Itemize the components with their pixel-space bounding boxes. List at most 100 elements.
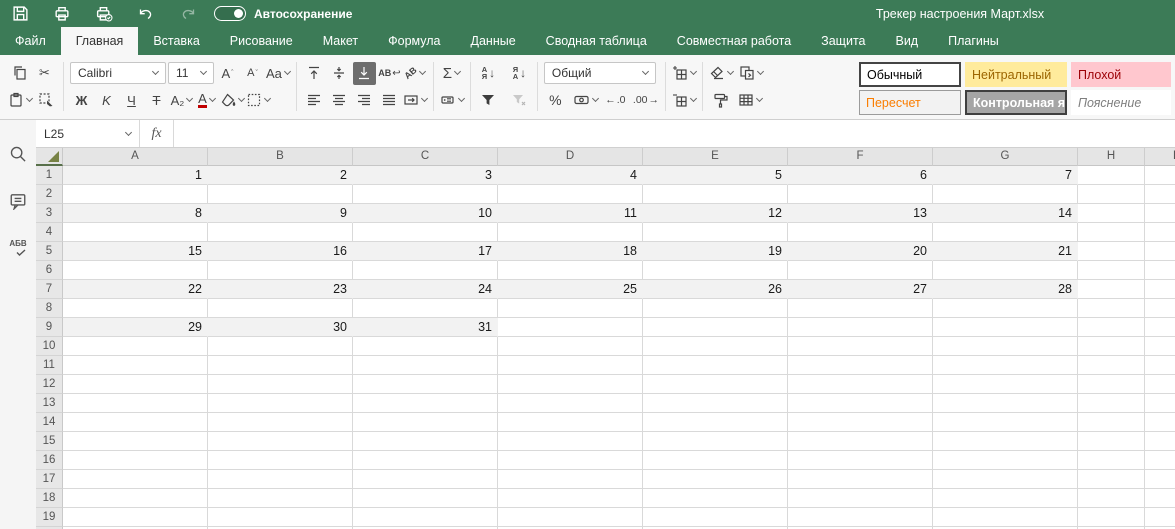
cell-A10[interactable] [63,337,208,356]
cell-C9[interactable]: 31 [353,318,498,337]
cell-A15[interactable] [63,432,208,451]
align-middle-icon[interactable] [328,62,351,85]
cell-D17[interactable] [498,470,643,489]
conditional-format-icon[interactable] [739,62,763,85]
cell-F16[interactable] [788,451,933,470]
cell-I2[interactable] [1145,185,1175,204]
cell-F3[interactable]: 13 [788,204,933,223]
row-header-10[interactable]: 10 [36,337,63,356]
cell-D16[interactable] [498,451,643,470]
row-header-3[interactable]: 3 [36,204,63,223]
tab-Сводная таблица[interactable]: Сводная таблица [531,27,662,55]
select-icon[interactable] [34,89,57,112]
borders-icon[interactable] [246,89,270,112]
tab-Вставка[interactable]: Вставка [138,27,214,55]
column-header-A[interactable]: A [63,148,208,166]
cell-G5[interactable]: 21 [933,242,1078,261]
cell-C5[interactable]: 17 [353,242,498,261]
cell-E1[interactable]: 5 [643,166,788,185]
underline-button[interactable]: Ч [120,89,143,112]
cell-A17[interactable] [63,470,208,489]
cell-F19[interactable] [788,508,933,527]
cell-D13[interactable] [498,394,643,413]
cell-E18[interactable] [643,489,788,508]
font-color-button[interactable]: А [195,89,218,112]
row-header-7[interactable]: 7 [36,280,63,299]
column-header-B[interactable]: B [208,148,353,166]
tab-Вид[interactable]: Вид [880,27,933,55]
percent-style-button[interactable]: % [544,89,567,112]
redo-icon[interactable] [178,4,198,24]
cell-C17[interactable] [353,470,498,489]
cell-F15[interactable] [788,432,933,451]
cell-G8[interactable] [933,299,1078,318]
cell-A9[interactable]: 29 [63,318,208,337]
cell-H12[interactable] [1078,375,1145,394]
cell-F7[interactable]: 27 [788,280,933,299]
cell-E9[interactable] [643,318,788,337]
row-header-6[interactable]: 6 [36,261,63,280]
cell-H17[interactable] [1078,470,1145,489]
cell-I6[interactable] [1145,261,1175,280]
cell-I19[interactable] [1145,508,1175,527]
insert-cells-icon[interactable] [672,62,696,85]
cell-G6[interactable] [933,261,1078,280]
tab-Совместная работа[interactable]: Совместная работа [662,27,806,55]
comment-icon[interactable] [7,189,30,212]
cell-G11[interactable] [933,356,1078,375]
cell-E8[interactable] [643,299,788,318]
cell-E4[interactable] [643,223,788,242]
cell-H4[interactable] [1078,223,1145,242]
cell-D5[interactable]: 18 [498,242,643,261]
cell-B1[interactable]: 2 [208,166,353,185]
row-header-12[interactable]: 12 [36,375,63,394]
spellcheck-icon[interactable]: АБВ [7,236,30,259]
row-header-4[interactable]: 4 [36,223,63,242]
number-format-select[interactable]: Общий [544,62,656,84]
cell-C15[interactable] [353,432,498,451]
name-box[interactable]: L25 [36,120,140,147]
cell-D10[interactable] [498,337,643,356]
row-header-16[interactable]: 16 [36,451,63,470]
cell-E15[interactable] [643,432,788,451]
cell-G4[interactable] [933,223,1078,242]
cell-G16[interactable] [933,451,1078,470]
cell-D19[interactable] [498,508,643,527]
row-header-17[interactable]: 17 [36,470,63,489]
cell-B6[interactable] [208,261,353,280]
cell-C11[interactable] [353,356,498,375]
wrap-text-icon[interactable]: АВ↩ [378,62,401,85]
cell-I8[interactable] [1145,299,1175,318]
row-header-13[interactable]: 13 [36,394,63,413]
cell-B18[interactable] [208,489,353,508]
cell-F5[interactable]: 20 [788,242,933,261]
cell-E3[interactable]: 12 [643,204,788,223]
cell-A4[interactable] [63,223,208,242]
print-icon[interactable] [52,4,72,24]
cell-I12[interactable] [1145,375,1175,394]
cell-I4[interactable] [1145,223,1175,242]
cell-C19[interactable] [353,508,498,527]
cell-B13[interactable] [208,394,353,413]
cell-C13[interactable] [353,394,498,413]
cell-F13[interactable] [788,394,933,413]
cell-I18[interactable] [1145,489,1175,508]
column-header-H[interactable]: H [1078,148,1145,166]
sort-ascending-icon[interactable]: АЯ ↓ [477,62,500,85]
cell-E17[interactable] [643,470,788,489]
currency-style-icon[interactable] [573,89,598,112]
cell-B7[interactable]: 23 [208,280,353,299]
cell-F2[interactable] [788,185,933,204]
cell-H3[interactable] [1078,204,1145,223]
cell-G7[interactable]: 28 [933,280,1078,299]
cell-A7[interactable]: 22 [63,280,208,299]
cell-G14[interactable] [933,413,1078,432]
cell-H14[interactable] [1078,413,1145,432]
cell-A16[interactable] [63,451,208,470]
cell-E10[interactable] [643,337,788,356]
cell-G2[interactable] [933,185,1078,204]
cell-I1[interactable] [1145,166,1175,185]
cell-D2[interactable] [498,185,643,204]
autosave-toggle[interactable] [214,6,246,21]
clear-icon[interactable] [709,62,733,85]
